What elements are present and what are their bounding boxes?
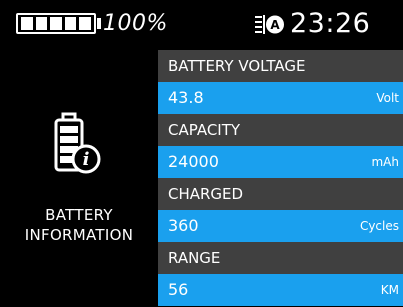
voltage-value-row: 43.8 Volt [158, 82, 403, 114]
battery-level-icon [16, 13, 96, 34]
range-unit: KM [380, 283, 399, 297]
battery-percent: 100% [103, 11, 168, 36]
charged-unit: Cycles [359, 219, 399, 233]
svg-text:A: A [270, 18, 280, 32]
capacity-label: CAPACITY [158, 114, 403, 146]
charged-value: 360 [168, 216, 199, 235]
panel-title-line2: INFORMATION [24, 226, 134, 244]
voltage-value: 43.8 [168, 88, 204, 107]
range-label: RANGE [158, 242, 403, 274]
battery-terminal [97, 18, 101, 29]
voltage-label: BATTERY VOLTAGE [158, 50, 403, 82]
charged-label: CHARGED [158, 178, 403, 210]
range-value-row: 56 KM [158, 274, 403, 306]
panel-title: BATTERY INFORMATION [0, 205, 158, 245]
capacity-value: 24000 [168, 152, 219, 171]
charged-value-row: 360 Cycles [158, 210, 403, 242]
battery-info-panel: i BATTERY INFORMATION [0, 48, 158, 307]
panel-title-line1: BATTERY [45, 206, 113, 224]
battery-info-icon: i [54, 112, 101, 174]
auto-headlight-icon: A [255, 15, 284, 34]
clock-time: 23:26 [290, 8, 371, 39]
svg-text:i: i [83, 149, 90, 170]
range-value: 56 [168, 280, 189, 299]
status-bar: 100% A 23:26 [0, 0, 403, 48]
battery-info-list: BATTERY VOLTAGE 43.8 Volt CAPACITY 24000… [158, 50, 403, 306]
capacity-value-row: 24000 mAh [158, 146, 403, 178]
capacity-unit: mAh [371, 155, 399, 169]
voltage-unit: Volt [376, 91, 399, 105]
